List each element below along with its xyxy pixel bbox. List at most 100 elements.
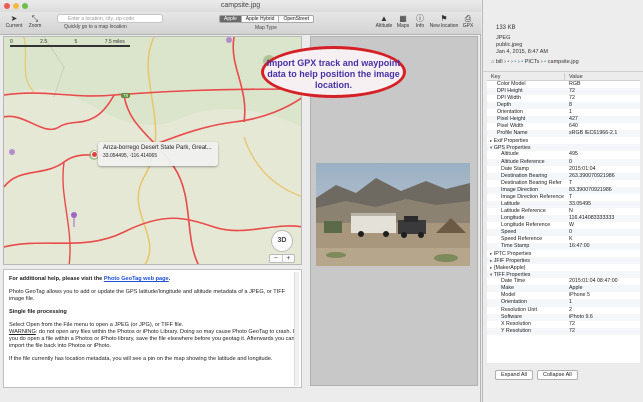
metadata-key: ▸ {MakerApple} bbox=[490, 265, 526, 272]
metadata-row[interactable]: Longitude Reference W bbox=[487, 222, 640, 229]
metadata-row[interactable]: ▸ IPTC Properties bbox=[487, 250, 640, 257]
metadata-row[interactable]: Altitude Reference 0 bbox=[487, 158, 640, 166]
title-bar: campsite.jpg bbox=[0, 0, 481, 12]
metadata-row[interactable]: Date Time 2015:01:04 08:47:00 bbox=[487, 278, 640, 285]
metadata-value: Apple bbox=[569, 285, 583, 292]
metadata-key: ▸ Exif Properties bbox=[490, 138, 529, 145]
metadata-row[interactable]: Orientation 1 bbox=[487, 299, 640, 307]
metadata-value bbox=[565, 257, 640, 264]
metadata-key: DPI Height bbox=[497, 88, 523, 95]
metadata-row[interactable]: Color Model RGB bbox=[487, 81, 640, 88]
metadata-row[interactable]: DPI Height 72 bbox=[487, 88, 640, 96]
metadata-row[interactable]: Orientation 1 bbox=[487, 109, 640, 116]
metadata-value: sRGB IEC61966-2.1 bbox=[569, 130, 618, 137]
zoom-in-button[interactable]: + bbox=[283, 255, 295, 262]
metadata-row[interactable]: Latitude Reference N bbox=[487, 208, 640, 215]
metadata-value: 2015:01:04 bbox=[569, 165, 596, 172]
metadata-key: Software bbox=[501, 313, 522, 320]
file-format-info: JPEG public.jpeg Jan 4, 2015, 8:47 AM bbox=[496, 35, 548, 55]
gpx-button[interactable]: ⎙ GPX bbox=[457, 14, 479, 29]
metadata-key: Destination Bearing bbox=[501, 172, 548, 179]
location-search-input[interactable]: Enter a location, city, zip code bbox=[57, 14, 163, 23]
map-icon: ▦ bbox=[399, 14, 407, 23]
disclosure-closed-icon[interactable]: ▸ bbox=[490, 258, 492, 263]
metadata-key: Speed Reference bbox=[501, 236, 543, 243]
map-type-apple-hybrid[interactable]: Apple Hybrid bbox=[241, 16, 280, 22]
metadata-row[interactable]: Destination Bearing 263.390070921986 bbox=[487, 172, 640, 180]
photo-geotag-web-link[interactable]: Photo GeoTag web page bbox=[104, 276, 169, 282]
maximize-window-icon[interactable] bbox=[22, 3, 28, 9]
metadata-value: T bbox=[569, 193, 573, 200]
metadata-value: N bbox=[569, 207, 573, 214]
collapse-all-button[interactable]: Collapse All bbox=[537, 370, 578, 380]
metadata-row[interactable]: ▾ TIFF Properties bbox=[487, 271, 640, 279]
metadata-row[interactable]: ▸ Exif Properties bbox=[487, 137, 640, 144]
minimize-window-icon[interactable] bbox=[13, 3, 19, 9]
metadata-row[interactable]: Model iPhone 5 bbox=[487, 292, 640, 299]
altitude-label: Altitude bbox=[375, 23, 393, 29]
value-column-header[interactable]: Value bbox=[565, 73, 583, 80]
metadata-key: Y Resolution bbox=[501, 327, 531, 334]
disclosure-open-icon[interactable]: ▾ bbox=[490, 272, 492, 277]
close-window-icon[interactable] bbox=[4, 3, 10, 9]
metadata-row[interactable]: ▾ GPS Properties bbox=[487, 144, 640, 152]
route-shield: 78 bbox=[121, 93, 131, 98]
metadata-value: 72 bbox=[569, 88, 575, 95]
disclosure-open-icon[interactable]: ▾ bbox=[490, 145, 492, 150]
map-view[interactable]: 0 2.5 5 7.5 miles 78 Anza-borrego Desert… bbox=[3, 36, 302, 265]
disclosure-closed-icon[interactable]: ▸ bbox=[490, 138, 492, 143]
maps-label: Maps bbox=[396, 23, 410, 29]
current-location-button[interactable]: ➤ Current bbox=[3, 14, 25, 29]
metadata-key: Destination Bearing Refer bbox=[501, 179, 562, 186]
metadata-row[interactable]: ▸ JFIF Properties bbox=[487, 257, 640, 265]
zoom-button[interactable]: ⤡ Zoom bbox=[24, 14, 46, 29]
metadata-row[interactable]: Make Apple bbox=[487, 285, 640, 293]
map-type-label: Map Type bbox=[255, 25, 277, 31]
metadata-row[interactable]: Depth 8 bbox=[487, 102, 640, 110]
metadata-row[interactable]: X Resolution 72 bbox=[487, 321, 640, 328]
metadata-row[interactable]: Altitude 495 bbox=[487, 151, 640, 158]
metadata-value bbox=[565, 250, 640, 257]
metadata-row[interactable]: Resolution Unit 2 bbox=[487, 307, 640, 314]
metadata-row[interactable]: Profile Name sRGB IEC61966-2.1 bbox=[487, 130, 640, 138]
map-type-apple[interactable]: Apple bbox=[220, 16, 242, 22]
metadata-value: T bbox=[569, 179, 573, 186]
campsite-image bbox=[316, 163, 470, 266]
search-hint: Quickly go to a map location bbox=[64, 24, 127, 30]
pin-icon: ⚑ bbox=[440, 14, 448, 23]
metadata-row[interactable]: Time Stamp 16:47:00 bbox=[487, 243, 640, 251]
metadata-row[interactable]: Latitude 33.05495 bbox=[487, 200, 640, 208]
metadata-row[interactable]: Pixel Width 640 bbox=[487, 123, 640, 130]
3d-button[interactable]: 3D bbox=[271, 230, 293, 252]
metadata-value bbox=[565, 137, 640, 144]
metadata-key: Orientation bbox=[501, 299, 527, 306]
location-pin-icon[interactable] bbox=[91, 151, 98, 158]
map-type-openstreet[interactable]: OpenStreet bbox=[279, 16, 314, 22]
gpx-label: GPX bbox=[462, 23, 474, 29]
metadata-row[interactable]: Longitude 116.414083333333 bbox=[487, 214, 640, 222]
metadata-row[interactable]: Y Resolution 72 bbox=[487, 327, 640, 335]
metadata-row[interactable]: Pixel Height 427 bbox=[487, 116, 640, 124]
metadata-row[interactable]: Software iPhoto 9.6 bbox=[487, 313, 640, 321]
metadata-value: 1 bbox=[569, 299, 572, 306]
metadata-row[interactable]: Speed 0 bbox=[487, 228, 640, 237]
metadata-value: 16:47:00 bbox=[569, 243, 590, 250]
metadata-row[interactable]: ▸ {MakerApple} bbox=[487, 264, 640, 271]
zoom-out-button[interactable]: − bbox=[270, 255, 283, 262]
metadata-row[interactable]: Image Direction 83.390070921986 bbox=[487, 186, 640, 194]
metadata-row[interactable]: Destination Bearing Refer T bbox=[487, 180, 640, 187]
expand-all-button[interactable]: Expand All bbox=[495, 370, 533, 380]
disclosure-closed-icon[interactable]: ▸ bbox=[490, 265, 492, 270]
help-scrollbar[interactable] bbox=[294, 272, 299, 386]
metadata-value: 1 bbox=[569, 109, 572, 116]
metadata-row[interactable]: DPI Width 72 bbox=[487, 95, 640, 102]
disclosure-closed-icon[interactable]: ▸ bbox=[490, 251, 492, 256]
key-column-header[interactable]: Key bbox=[487, 73, 565, 80]
file-size: 133 KB bbox=[496, 25, 516, 31]
metadata-value: 8 bbox=[569, 102, 572, 109]
new-location-button[interactable]: ⚑ New location bbox=[428, 14, 460, 29]
metadata-row[interactable]: Speed Reference K bbox=[487, 236, 640, 243]
metadata-row[interactable]: Date Stamp 2015:01:04 bbox=[487, 166, 640, 173]
metadata-row[interactable]: Image Direction Reference T bbox=[487, 194, 640, 201]
metadata-key: Speed bbox=[501, 228, 517, 235]
